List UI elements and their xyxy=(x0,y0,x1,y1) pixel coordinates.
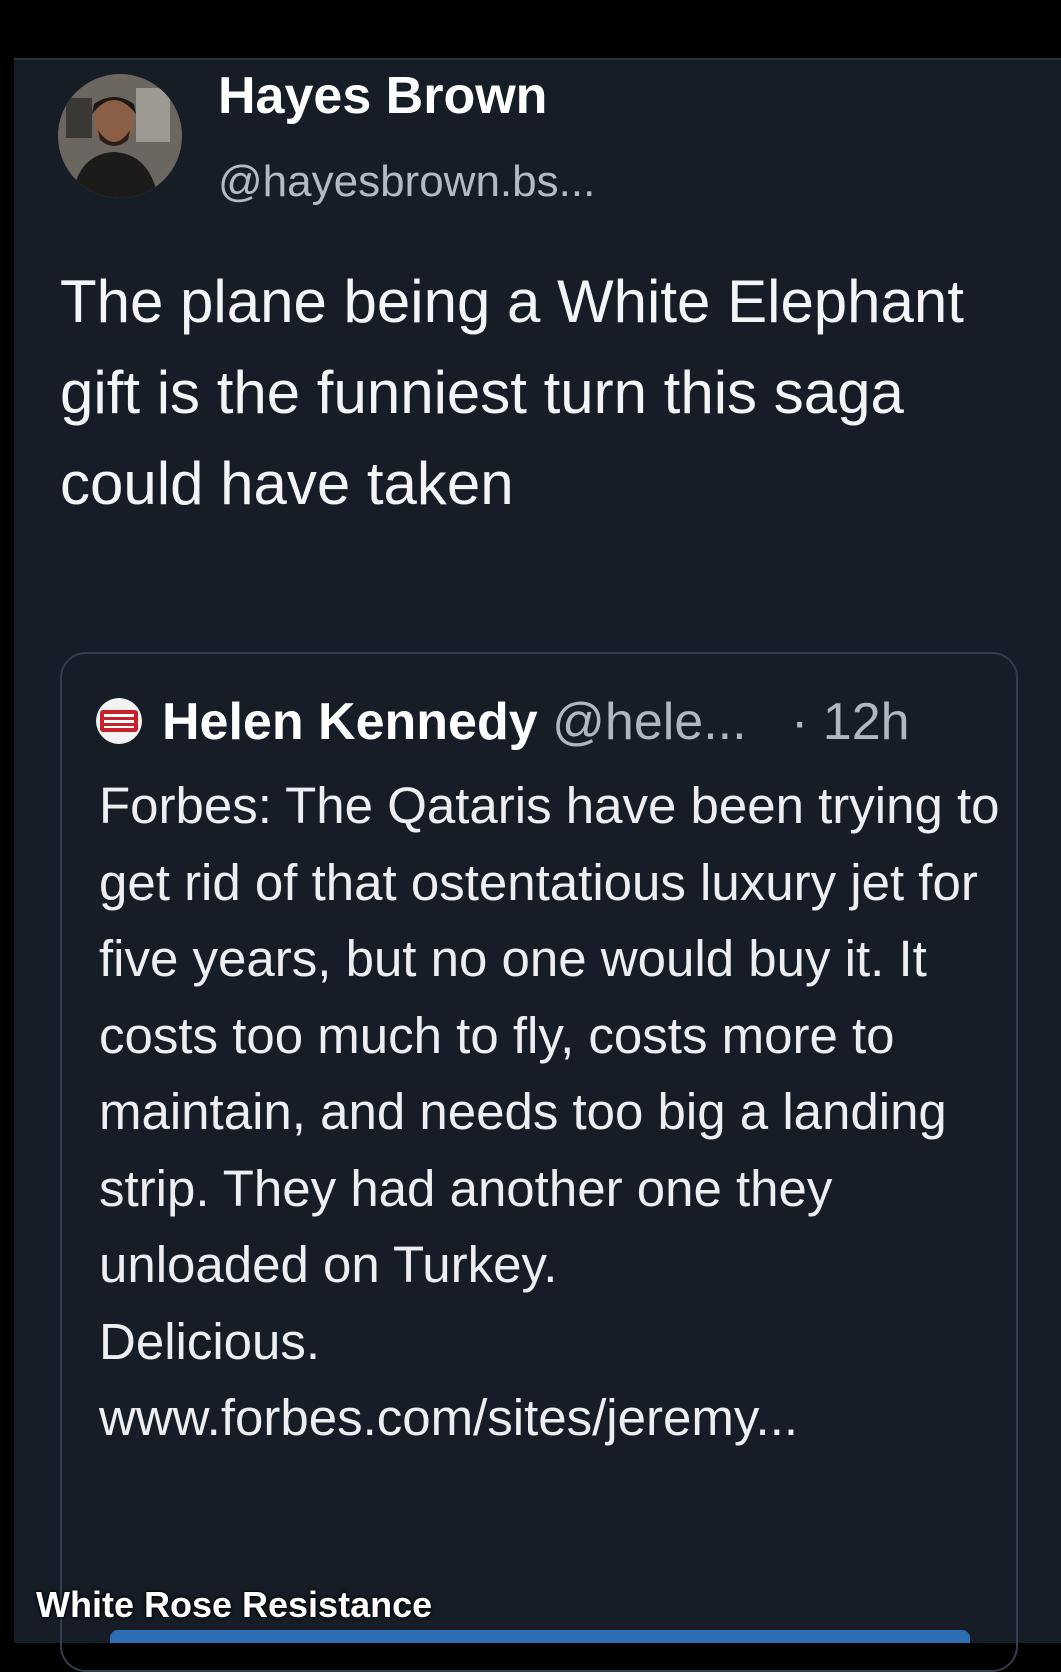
quoted-post-body: Forbes: The Qataris have been trying to … xyxy=(99,768,1004,1457)
author-handle[interactable]: @hayesbrown.bs... xyxy=(218,157,595,206)
quoted-post-text: Forbes: The Qataris have been trying to … xyxy=(99,777,1000,1293)
news-badge-icon[interactable] xyxy=(96,698,142,744)
quoted-author-name[interactable]: Helen Kennedy xyxy=(162,693,538,751)
time-separator: · xyxy=(791,693,809,751)
author-name[interactable]: Hayes Brown xyxy=(218,67,547,125)
bottom-accent-bar xyxy=(110,1630,970,1643)
quoted-post-text-2: Delicious. xyxy=(99,1312,321,1370)
watermark: White Rose Resistance xyxy=(36,1584,433,1625)
quoted-post-header: Helen Kennedy @hele... · 12h xyxy=(162,691,910,753)
post-text: The plane being a White Elephant gift is… xyxy=(60,268,964,517)
quoted-post-link[interactable]: www.forbes.com/sites/jeremy... xyxy=(99,1389,798,1446)
post-time: 12h xyxy=(822,693,910,751)
quoted-author-handle[interactable]: @hele... xyxy=(552,693,746,751)
author-avatar[interactable] xyxy=(58,74,182,198)
